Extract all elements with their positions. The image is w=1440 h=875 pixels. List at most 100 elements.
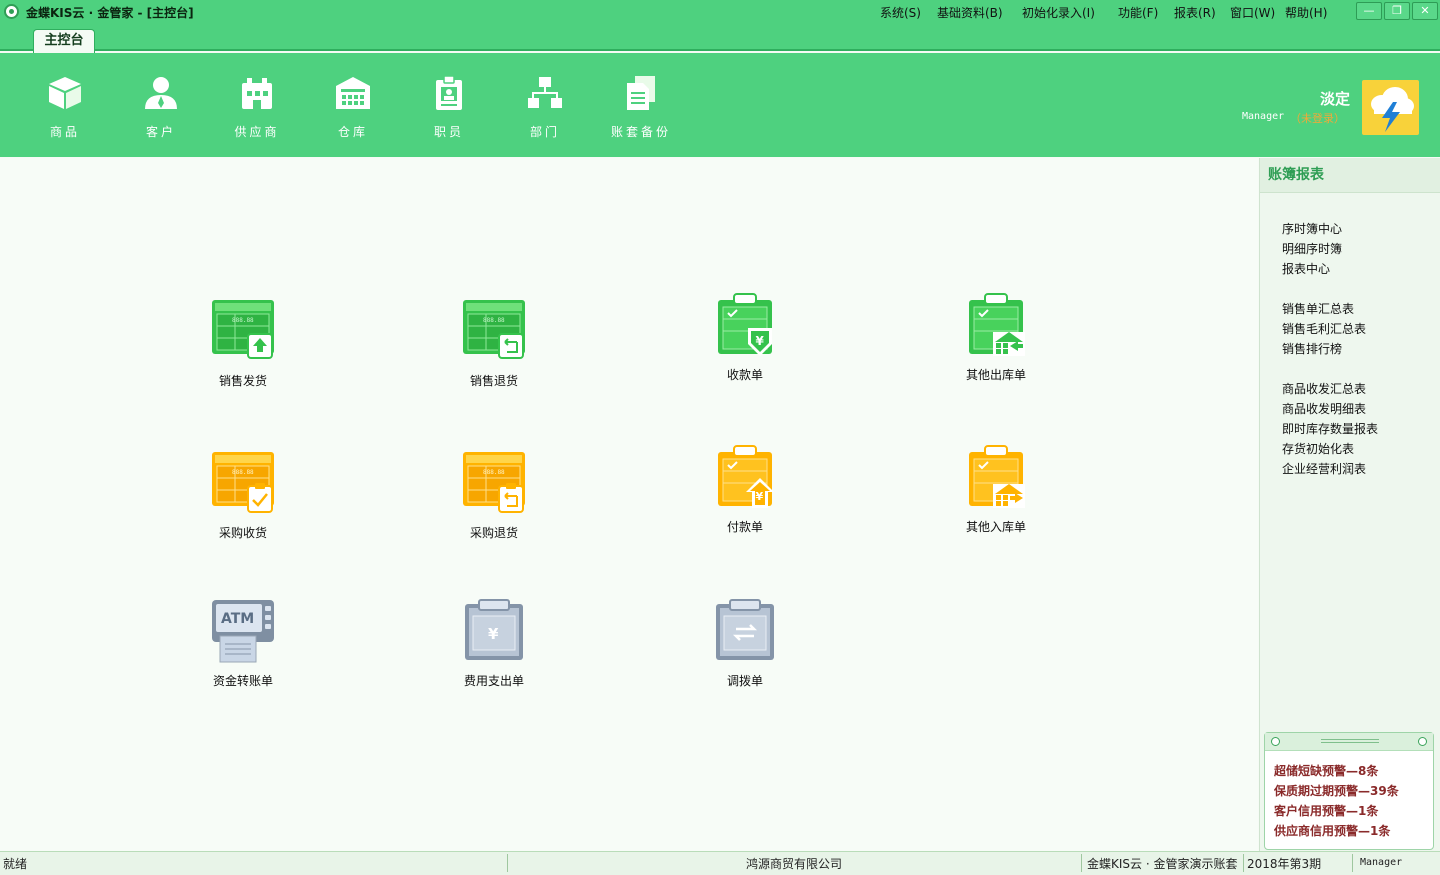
company-name: 鸿源商贸有限公司 bbox=[746, 857, 843, 871]
status-text: 就绪 bbox=[3, 857, 28, 871]
tile-label: 资金转账单 bbox=[212, 674, 273, 688]
org-chart-icon bbox=[528, 77, 562, 108]
tile-label: 销售退货 bbox=[469, 374, 518, 388]
tile-sales-delivery[interactable]: 888.88 销售发货 bbox=[188, 298, 298, 398]
toolbar-employee-label: 职员 bbox=[433, 125, 464, 139]
receipt-icon: ¥ bbox=[718, 293, 772, 356]
tab-console[interactable]: 主控台 bbox=[33, 29, 95, 53]
tile-label: 采购退货 bbox=[469, 526, 518, 540]
sidebar-link[interactable]: 商品收发汇总表 bbox=[1282, 380, 1366, 397]
yuan-glyph: ¥ bbox=[756, 334, 765, 348]
tile-other-outbound[interactable]: 其他出库单 bbox=[941, 292, 1051, 392]
menu-reports[interactable]: 报表(R) bbox=[1174, 4, 1216, 21]
toolbar-employee[interactable]: 职员 bbox=[401, 53, 497, 157]
app-logo-icon bbox=[4, 4, 19, 19]
transfer-icon bbox=[716, 599, 774, 660]
tile-label: 收款单 bbox=[726, 368, 763, 382]
atm-transfer-icon: ATM bbox=[212, 600, 274, 663]
employee-badge-icon bbox=[436, 75, 462, 110]
box-icon bbox=[49, 77, 81, 109]
alert-panel-header bbox=[1265, 733, 1433, 751]
tile-other-inbound[interactable]: 其他入库单 bbox=[941, 444, 1051, 544]
sales-return-icon: 888.88 bbox=[463, 300, 525, 359]
sidebar-link[interactable]: 即时库存数量报表 bbox=[1282, 420, 1378, 437]
other-inbound-icon bbox=[969, 445, 1025, 508]
tile-label: 其他出库单 bbox=[965, 368, 1026, 382]
accounting-period: 2018年第3期 bbox=[1247, 857, 1322, 871]
sidebar-link[interactable]: 存货初始化表 bbox=[1282, 440, 1354, 457]
tile-label: 销售发货 bbox=[218, 374, 267, 388]
alert-item[interactable]: 供应商信用预警—1条 bbox=[1274, 822, 1390, 839]
tile-purchase-receive[interactable]: 888.88 采购收货 bbox=[188, 450, 298, 550]
divider bbox=[1243, 854, 1244, 872]
alert-item[interactable]: 超储短缺预警—8条 bbox=[1274, 762, 1378, 779]
menu-help[interactable]: 帮助(H) bbox=[1285, 4, 1327, 21]
main-panel: 888.88 销售发货 888.88 销售退货 ¥ 收款单 其他出库单 888.… bbox=[0, 158, 1258, 851]
pin-icon bbox=[1271, 737, 1280, 746]
purchase-return-icon: 888.88 bbox=[463, 452, 525, 513]
alert-panel: 超储短缺预警—8条 保质期过期预警—39条 客户信用预警—1条 供应商信用预警—… bbox=[1264, 732, 1434, 850]
tile-label: 采购收货 bbox=[218, 526, 267, 540]
toolbar-customer-label: 客户 bbox=[145, 125, 176, 139]
divider bbox=[1321, 739, 1379, 743]
tile-payment[interactable]: ¥ 付款单 bbox=[690, 444, 800, 544]
menu-window[interactable]: 窗口(W) bbox=[1230, 4, 1275, 21]
tile-label: 费用支出单 bbox=[463, 674, 524, 688]
toolbar-goods[interactable]: 商品 bbox=[17, 53, 113, 157]
menu-system[interactable]: 系统(S) bbox=[880, 4, 921, 21]
tile-fund-transfer[interactable]: ATM 资金转账单 bbox=[188, 598, 298, 698]
tile-label: 调拨单 bbox=[726, 674, 763, 688]
tile-purchase-return[interactable]: 888.88 采购退货 bbox=[439, 450, 549, 550]
sidebar-link[interactable]: 序时簿中心 bbox=[1282, 220, 1342, 237]
user-name: 淡定 bbox=[1319, 90, 1350, 108]
toolbar-customer[interactable]: 客户 bbox=[113, 53, 209, 157]
divider bbox=[507, 854, 508, 872]
toolbar-supplier-label: 供应商 bbox=[234, 125, 280, 139]
yuan-glyph: ¥ bbox=[756, 490, 764, 503]
menu-init-entry[interactable]: 初始化录入(I) bbox=[1022, 4, 1095, 21]
tab-strip: 主控台 bbox=[0, 24, 1440, 53]
tile-receipt[interactable]: ¥ 收款单 bbox=[690, 292, 800, 392]
sidebar-link[interactable]: 企业经营利润表 bbox=[1282, 460, 1366, 477]
sidebar-link[interactable]: 报表中心 bbox=[1282, 260, 1330, 277]
status-bar: 就绪 鸿源商贸有限公司 金蝶KIS云 · 金管家演示账套 2018年第3期 Ma… bbox=[0, 851, 1440, 875]
sidebar-link[interactable]: 商品收发明细表 bbox=[1282, 400, 1366, 417]
divider bbox=[1081, 854, 1082, 872]
payment-icon: ¥ bbox=[718, 445, 774, 508]
document-backup-icon bbox=[627, 76, 655, 110]
toolbar-department[interactable]: 部门 bbox=[497, 53, 593, 157]
menu-basic-data[interactable]: 基础资料(B) bbox=[937, 4, 1003, 21]
sales-delivery-icon: 888.88 bbox=[212, 300, 274, 359]
window-title: 金蝶KIS云 · 金管家 - [主控台] bbox=[26, 6, 194, 20]
tile-label: 其他入库单 bbox=[965, 520, 1026, 534]
login-status[interactable]: （未登录） bbox=[1290, 110, 1345, 126]
other-outbound-icon bbox=[969, 293, 1025, 356]
sidebar-link[interactable]: 销售排行榜 bbox=[1282, 340, 1342, 357]
atm-text: ATM bbox=[221, 611, 254, 627]
purchase-receive-icon: 888.88 bbox=[212, 452, 274, 513]
alert-item[interactable]: 客户信用预警—1条 bbox=[1274, 802, 1378, 819]
sidebar-link[interactable]: 销售毛利汇总表 bbox=[1282, 320, 1366, 337]
toolbar-department-label: 部门 bbox=[529, 125, 560, 139]
supplier-icon bbox=[242, 78, 272, 109]
toolbar-supplier[interactable]: 供应商 bbox=[209, 53, 305, 157]
sidebar-link[interactable]: 销售单汇总表 bbox=[1282, 300, 1354, 317]
tile-sales-return[interactable]: 888.88 销售退货 bbox=[439, 298, 549, 398]
toolbar-backup-label: 账套备份 bbox=[610, 125, 671, 139]
toolbar-backup[interactable]: 账套备份 bbox=[593, 53, 689, 157]
warehouse-icon bbox=[336, 77, 370, 109]
expense-icon: ¥ bbox=[465, 599, 523, 660]
tile-expense[interactable]: ¥ 费用支出单 bbox=[439, 598, 549, 698]
sidebar-link[interactable]: 明细序时簿 bbox=[1282, 240, 1342, 257]
tile-transfer[interactable]: 调拨单 bbox=[690, 598, 800, 698]
minimize-button[interactable]: — bbox=[1356, 2, 1382, 20]
restore-button[interactable]: ❐ bbox=[1384, 2, 1410, 20]
cloud-lightning-icon bbox=[1371, 87, 1414, 132]
account-set: 金蝶KIS云 · 金管家演示账套 bbox=[1087, 857, 1238, 871]
toolbar-warehouse[interactable]: 仓库 bbox=[305, 53, 401, 157]
close-button[interactable]: ✕ bbox=[1412, 2, 1438, 20]
user-icon bbox=[145, 77, 177, 109]
alert-item[interactable]: 保质期过期预警—39条 bbox=[1274, 782, 1399, 799]
avatar[interactable] bbox=[1362, 80, 1419, 135]
menu-function[interactable]: 功能(F) bbox=[1118, 4, 1158, 21]
